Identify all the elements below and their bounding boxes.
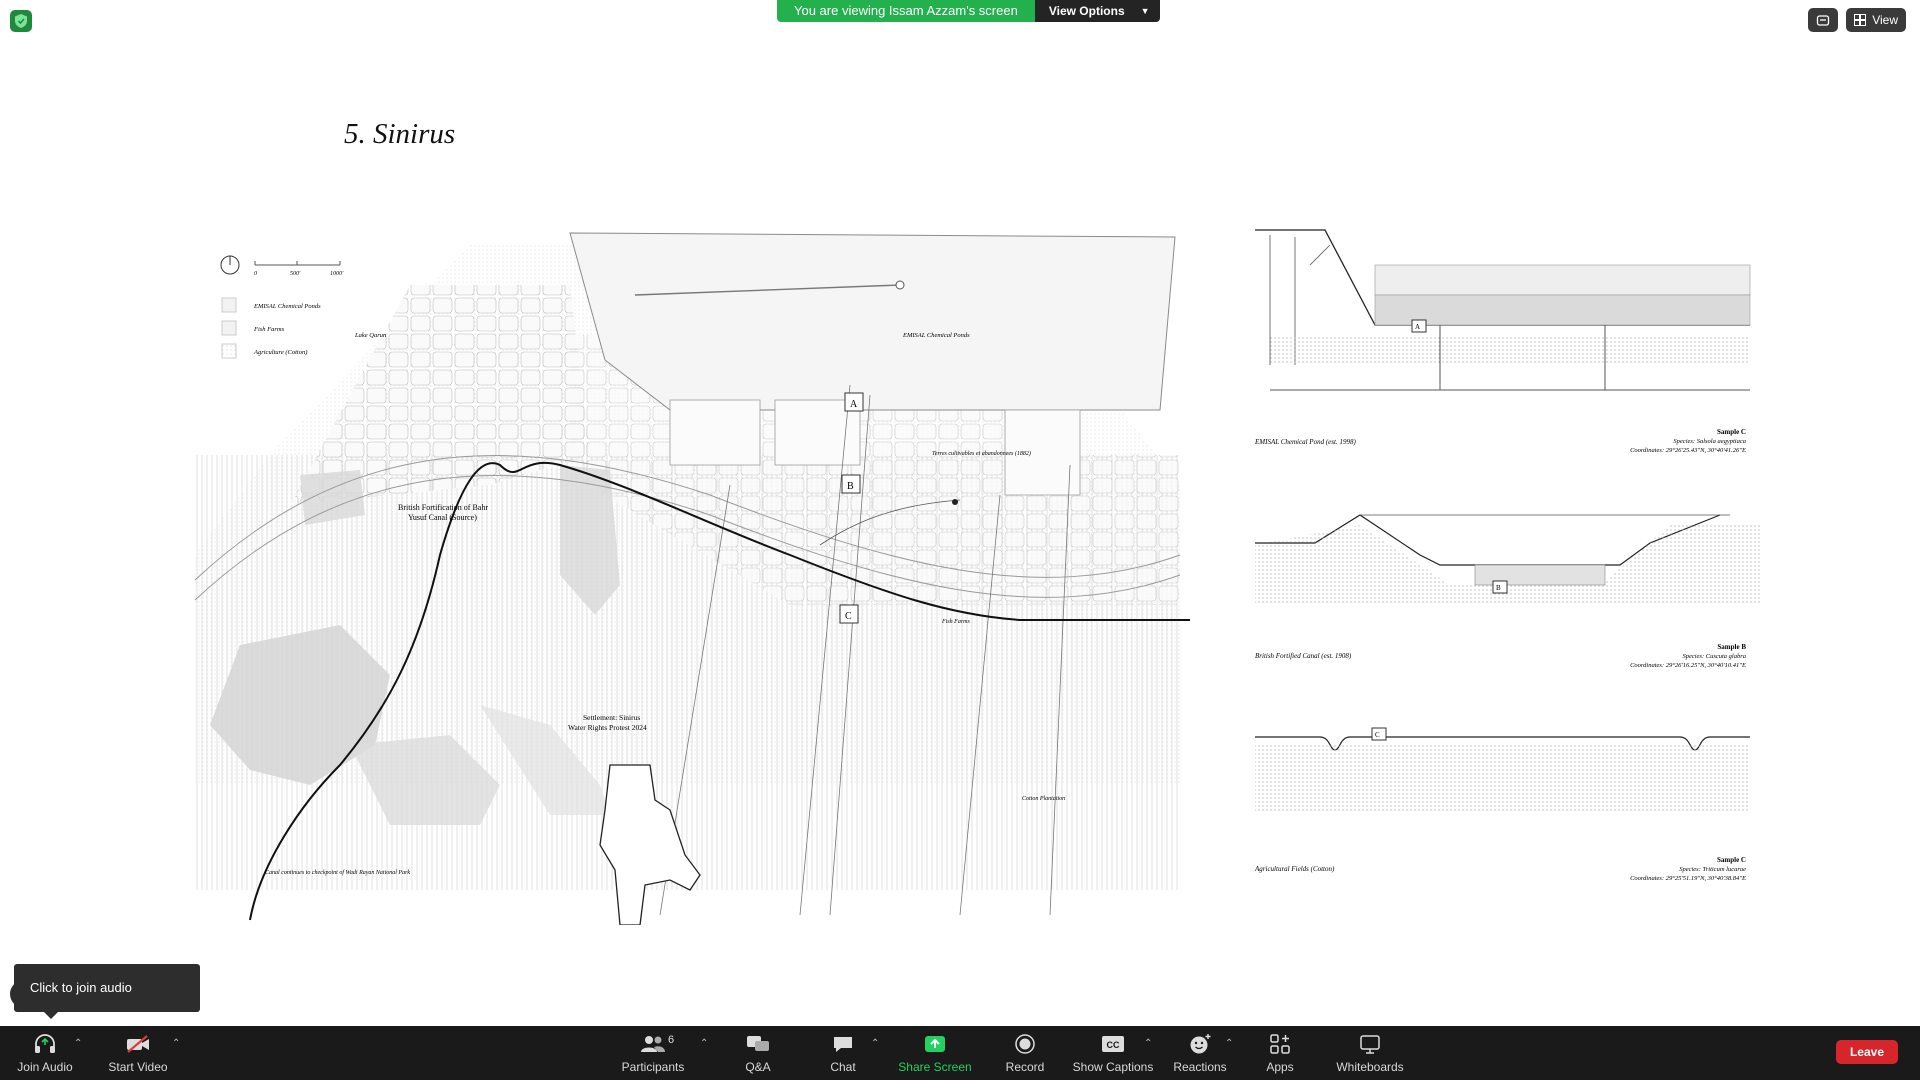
top-right-controls: View: [1808, 8, 1906, 32]
emisal-chemical-ponds: [569, 232, 1176, 411]
section-a-marker: A: [1415, 323, 1420, 331]
site-map: A B C 0 500' 1000' EMISAL Chemical Ponds…: [190, 232, 1190, 925]
record-icon: [1015, 1034, 1035, 1054]
section-b-caption: British Fortified Canal (est. 1908): [1255, 652, 1352, 660]
qa-icon: [747, 1036, 769, 1051]
participants-count: 6: [668, 1034, 675, 1046]
view-button[interactable]: View: [1846, 8, 1906, 32]
share-screen-icon: [925, 1036, 945, 1052]
section-b-drawing: B British Fortified Canal (est. 1908) Sa…: [1255, 514, 1760, 669]
join-audio-tooltip[interactable]: Click to join audio: [14, 964, 200, 1019]
section-a-caption: EMISAL Chemical Pond (est. 1998): [1254, 438, 1356, 446]
whiteboards-label: Whiteboards: [1336, 1060, 1404, 1074]
scale-label-1000: 1000': [330, 271, 344, 277]
emisal-ponds-label: EMISAL Chemical Ponds: [902, 332, 970, 339]
section-drawings: A EMISAL Chemical Pond (est. 1998) Sampl…: [1254, 229, 1760, 882]
join-audio-label: Join Audio: [17, 1060, 73, 1074]
captions-caret-icon[interactable]: ⌃: [1144, 1038, 1152, 1049]
grid-view-icon: [1854, 14, 1867, 26]
section-c-coords: Coordinates: 29°25'51.19"N, 30°40'38.84"…: [1630, 875, 1746, 882]
view-options-button[interactable]: View Options ▼: [1034, 0, 1160, 22]
marker-a-label: A: [850, 399, 858, 410]
cotton-plantation-label: Cotton Plantation: [1022, 796, 1065, 802]
section-a-species: Species: Salsola aegyptiaca: [1673, 438, 1746, 445]
section-b-coords: Coordinates: 29°26'16.25"N, 30°40'10.41"…: [1630, 662, 1746, 669]
participants-icon: [641, 1036, 665, 1052]
section-c-species: Species: Triticum lucarae: [1679, 866, 1746, 873]
british-fort-label-1: British Fortification of Bahr: [398, 503, 488, 512]
british-fort-label-2: Yusuf Canal (Source): [408, 513, 477, 522]
section-a-title: Sample C: [1717, 428, 1746, 436]
section-b-species: Species: Cuscuta glabra: [1682, 653, 1746, 660]
screen-share-banner: You are viewing Issam Azzam's screen Vie…: [777, 0, 1160, 22]
lake-qarun-label: Lake Qarun: [354, 332, 386, 339]
qa-button[interactable]: Q&A: [738, 1026, 778, 1080]
section-c-drawing: C Agricultural Fields (Cotton) Sample C …: [1254, 727, 1750, 882]
wadi-canal-label: Canal continues to checkpoint of Wadi Ra…: [265, 869, 410, 876]
join-audio-button[interactable]: Join Audio: [14, 1026, 76, 1080]
marker-c-label: C: [845, 611, 852, 622]
svg-text:CC: CC: [1107, 1040, 1120, 1050]
whiteboard-icon: [1360, 1035, 1380, 1054]
section-a-coords: Coordinates: 29°26'25.43"N, 30°40'41.26"…: [1630, 447, 1746, 454]
reactions-caret-icon[interactable]: ⌃: [1225, 1038, 1233, 1049]
scale-label-0: 0: [254, 271, 257, 277]
record-label: Record: [1005, 1060, 1045, 1074]
apps-icon: [1270, 1034, 1290, 1054]
immersive-view-button[interactable]: [1808, 8, 1839, 32]
whiteboards-button[interactable]: Whiteboards: [1332, 1026, 1408, 1080]
encryption-shield-icon[interactable]: [10, 10, 32, 32]
show-captions-label: Show Captions: [1072, 1060, 1154, 1074]
start-video-button[interactable]: Start Video: [106, 1026, 170, 1080]
chat-icon: [834, 1037, 852, 1052]
legend-fish-farms: Fish Farms: [253, 326, 285, 333]
join-audio-tooltip-text: Click to join audio: [30, 980, 132, 995]
section-c-title: Sample C: [1717, 856, 1746, 864]
slide-title: 5. Sinirus: [344, 118, 456, 150]
chat-caret-icon[interactable]: ⌃: [871, 1038, 879, 1049]
section-a-drawing: A EMISAL Chemical Pond (est. 1998) Sampl…: [1254, 229, 1751, 454]
leave-button[interactable]: Leave: [1835, 1040, 1898, 1064]
chat-label: Chat: [830, 1060, 856, 1074]
zoom-meeting-window: You are viewing Issam Azzam's screen Vie…: [0, 0, 1920, 1080]
apps-label: Apps: [1266, 1060, 1294, 1074]
participants-caret-icon[interactable]: ⌃: [700, 1038, 708, 1049]
captions-icon: CC: [1102, 1036, 1124, 1052]
video-off-icon: [127, 1035, 149, 1053]
legend-ponds: EMISAL Chemical Ponds: [253, 303, 321, 310]
section-b-marker: B: [1496, 584, 1501, 592]
terres-label: Terres cultivables et abandonnees (1882): [932, 450, 1031, 457]
reactions-icon: [1190, 1034, 1211, 1054]
settlement-label-1: Settlement: Sinirus: [583, 713, 640, 722]
apps-button[interactable]: Apps: [1260, 1026, 1300, 1080]
legend-agriculture: Agriculture (Cotton): [253, 349, 307, 356]
immersive-icon: [1817, 15, 1830, 26]
participants-button[interactable]: Participants: [618, 1026, 688, 1080]
reactions-label: Reactions: [1173, 1060, 1227, 1074]
viewing-text: You are viewing Issam Azzam's screen: [777, 0, 1035, 22]
participants-label: Participants: [621, 1060, 685, 1074]
audio-caret-icon[interactable]: ⌃: [74, 1038, 82, 1049]
video-caret-icon[interactable]: ⌃: [172, 1038, 180, 1049]
section-c-caption: Agricultural Fields (Cotton): [1254, 865, 1335, 873]
settlement-label-2: Water Rights Protest 2024: [568, 723, 647, 732]
reactions-button[interactable]: Reactions: [1172, 1026, 1228, 1080]
view-options-label: View Options: [1048, 4, 1125, 18]
share-screen-button[interactable]: Share Screen: [898, 1026, 972, 1080]
chevron-down-icon: ▼: [1140, 6, 1150, 16]
start-video-label: Start Video: [108, 1060, 168, 1074]
record-button[interactable]: Record: [1000, 1026, 1050, 1080]
section-c-marker: C: [1375, 731, 1380, 739]
view-label: View: [1872, 13, 1898, 27]
marker-b-label: B: [847, 481, 854, 492]
chat-button[interactable]: Chat: [823, 1026, 863, 1080]
meeting-toolbar: Join Audio ⌃ Start Video ⌃ Participants …: [0, 1026, 1920, 1080]
scale-label-500: 500': [290, 271, 301, 277]
headphones-icon: [35, 1034, 55, 1053]
show-captions-button[interactable]: CC Show Captions: [1072, 1026, 1154, 1080]
share-screen-label: Share Screen: [898, 1060, 972, 1074]
fish-farms-map-label: Fish Farms: [941, 619, 971, 625]
qa-label: Q&A: [745, 1060, 771, 1074]
section-b-title: Sample B: [1717, 643, 1746, 651]
